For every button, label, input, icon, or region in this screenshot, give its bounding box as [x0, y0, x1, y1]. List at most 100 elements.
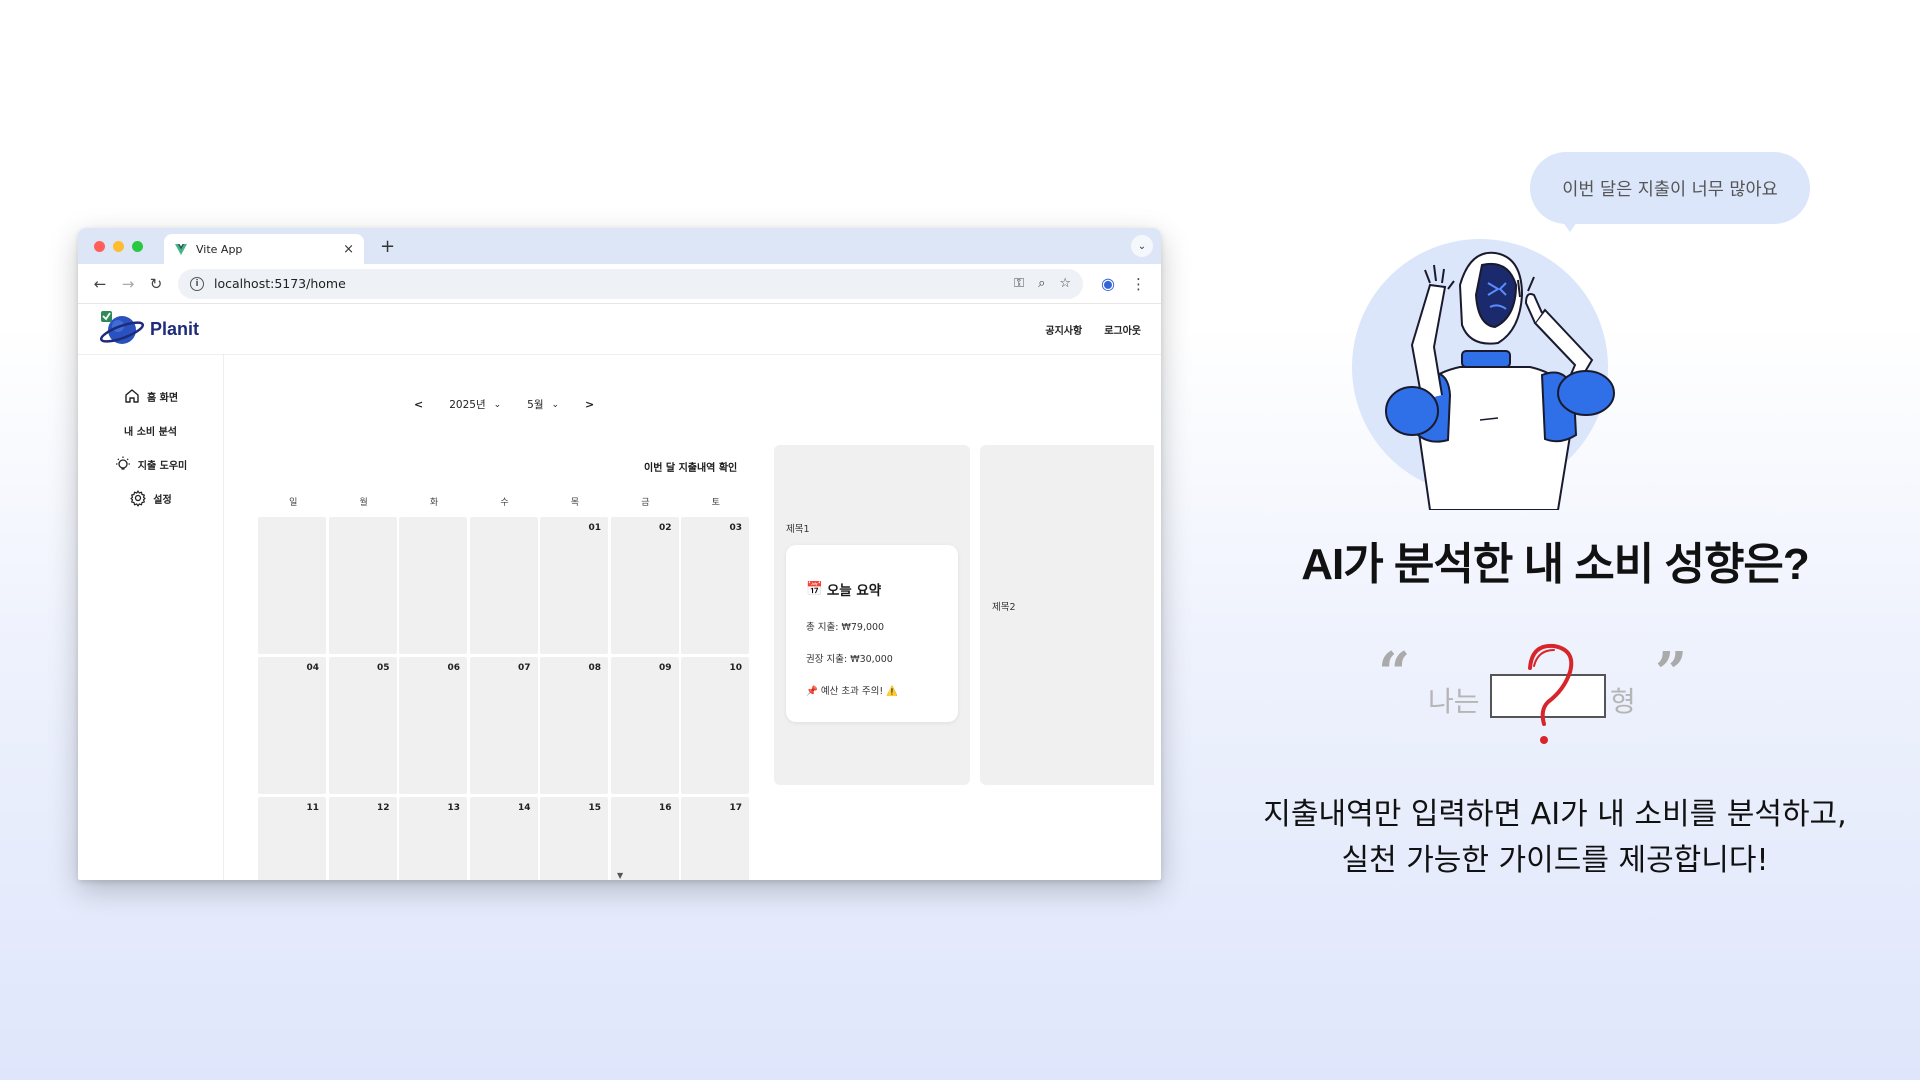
- panel-title: 제목2: [992, 602, 1016, 613]
- url-text[interactable]: localhost:5173/home: [214, 276, 1014, 291]
- tab-search-button[interactable]: ⌄: [1131, 235, 1153, 257]
- address-bar[interactable]: i localhost:5173/home ⚿ ⌕ ☆: [178, 268, 1083, 299]
- description-line-1: 지출내역만 입력하면 AI가 내 소비를 분석하고,: [1263, 797, 1847, 832]
- calendar-day[interactable]: 17: [681, 797, 749, 880]
- sidebar-item-helper[interactable]: 지출 도우미: [78, 447, 223, 481]
- calendar-day[interactable]: 02: [610, 517, 679, 654]
- year-select[interactable]: 2025년 ⌄: [449, 397, 501, 412]
- reload-icon[interactable]: ↻: [142, 275, 170, 293]
- calendar-day[interactable]: [469, 517, 538, 654]
- planet-logo-icon: [99, 311, 144, 344]
- sidebar: 홈 화면 내 소비 분석 지출 도우미 설정: [78, 355, 224, 880]
- sidebar-item-home[interactable]: 홈 화면: [78, 379, 223, 413]
- sidebar-item-label: 설정: [153, 494, 172, 506]
- tab-bar: Vite App × + ⌄: [78, 228, 1161, 264]
- today-summary-card: 📅 오늘 요약 총 지출: ₩79,000 권장 지출: ₩30,000 📌 예…: [786, 545, 958, 722]
- quote-suffix: 형: [1610, 685, 1636, 718]
- home-icon: [125, 389, 139, 403]
- year-value: 2025년: [449, 399, 486, 411]
- browser-menu-icon[interactable]: ⋮: [1131, 275, 1146, 293]
- month-navigator: < 2025년 ⌄ 5월 ⌄ >: [414, 397, 594, 412]
- browser-tab[interactable]: Vite App ×: [164, 234, 364, 264]
- browser-toolbar: ← → ↻ i localhost:5173/home ⚿ ⌕ ☆ ◉ ⋮: [78, 264, 1161, 304]
- open-quote-icon: “: [1378, 640, 1411, 706]
- calendar-day[interactable]: [258, 517, 326, 654]
- main-content: < 2025년 ⌄ 5월 ⌄ > 이번 달 지출내역 확인 일 월 화 수 목 …: [224, 355, 1161, 880]
- calendar-day[interactable]: 15: [540, 797, 608, 880]
- sidebar-item-label: 홈 화면: [146, 392, 179, 404]
- sidebar-item-label: 지출 도우미: [137, 460, 188, 472]
- app-header: Planit 공지사항 로그아웃: [78, 304, 1161, 355]
- vite-icon: [175, 244, 187, 255]
- prev-month-button[interactable]: <: [414, 398, 423, 411]
- window-controls: [94, 241, 143, 252]
- panel-1: 제목1 📅 오늘 요약 총 지출: ₩79,000 권장 지출: ₩30,000…: [774, 445, 970, 785]
- month-value: 5월: [527, 399, 544, 411]
- chevron-down-icon: ⌄: [551, 399, 560, 410]
- lightbulb-icon: [115, 456, 130, 470]
- quote-prefix: 나는: [1428, 685, 1480, 718]
- forward-icon[interactable]: →: [114, 275, 142, 293]
- minimize-window-button[interactable]: [113, 241, 124, 252]
- promo-description: 지출내역만 입력하면 AI가 내 소비를 분석하고, 실천 가능한 가이드를 제…: [1230, 792, 1880, 884]
- calendar-day[interactable]: [328, 517, 397, 654]
- weekday-header: 일 월 화 수 목 금 토: [258, 495, 751, 508]
- panel-2: 제목2: [980, 445, 1154, 785]
- weekday-label: 월: [359, 498, 368, 508]
- sidebar-item-analysis[interactable]: 내 소비 분석: [78, 413, 223, 447]
- weekday-label: 토: [711, 498, 720, 508]
- zoom-icon[interactable]: ⌕: [1038, 276, 1045, 291]
- calendar-day[interactable]: 12: [328, 797, 397, 880]
- calendar-title: 이번 달 지출내역 확인: [644, 463, 738, 474]
- scroll-down-icon[interactable]: ▼: [617, 871, 623, 880]
- budget-warning: 📌 예산 초과 주의! ⚠️: [806, 686, 898, 697]
- brand-logo[interactable]: Planit: [98, 308, 199, 350]
- calendar-day[interactable]: 05: [328, 657, 397, 794]
- logout-link[interactable]: 로그아웃: [1104, 322, 1141, 337]
- question-mark-icon: [1528, 643, 1574, 744]
- summary-heading: 오늘 요약: [826, 583, 882, 599]
- weekday-label: 목: [570, 498, 580, 508]
- promo-headline: AI가 분석한 내 소비 성향은?: [1301, 540, 1810, 589]
- back-icon[interactable]: ←: [86, 275, 114, 293]
- bookmark-star-icon[interactable]: ☆: [1059, 276, 1071, 291]
- calendar-day[interactable]: 07: [469, 657, 538, 794]
- maximize-window-button[interactable]: [132, 241, 143, 252]
- panel-title: 제목1: [786, 524, 810, 535]
- calendar-day[interactable]: 04: [258, 657, 326, 794]
- calendar-day[interactable]: 06: [399, 657, 467, 794]
- weekday-label: 화: [429, 498, 439, 508]
- browser-window: Vite App × + ⌄ ← → ↻ i localhost:5173/ho…: [78, 228, 1161, 880]
- calendar-day[interactable]: 16: [610, 797, 679, 880]
- profile-icon[interactable]: ◉: [1101, 274, 1115, 293]
- close-window-button[interactable]: [94, 241, 105, 252]
- calendar-day[interactable]: 10: [681, 657, 749, 794]
- close-quote-icon: ”: [1655, 640, 1688, 706]
- month-select[interactable]: 5월 ⌄: [527, 397, 559, 412]
- tab-close-icon[interactable]: ×: [343, 242, 354, 257]
- weekday-label: 수: [500, 498, 509, 508]
- personality-quote: “ 나는 형 ”: [1370, 640, 1710, 750]
- calendar-day[interactable]: 11: [258, 797, 326, 880]
- new-tab-button[interactable]: +: [380, 236, 395, 257]
- calendar-day[interactable]: [399, 517, 467, 654]
- weekday-label: 일: [289, 498, 298, 508]
- calendar-day[interactable]: 14: [469, 797, 538, 880]
- calendar-day[interactable]: 01: [540, 517, 608, 654]
- calendar-day[interactable]: 03: [681, 517, 749, 654]
- speech-bubble: 이번 달은 지출이 너무 많아요: [1530, 152, 1810, 224]
- tab-title: Vite App: [196, 242, 243, 256]
- chevron-down-icon: ⌄: [493, 399, 502, 410]
- calendar-day[interactable]: 13: [399, 797, 467, 880]
- notice-link[interactable]: 공지사항: [1045, 322, 1082, 337]
- calendar-day[interactable]: 08: [540, 657, 608, 794]
- calendar-day[interactable]: 09: [610, 657, 679, 794]
- sidebar-item-settings[interactable]: 설정: [78, 481, 223, 515]
- brand-name: Planit: [150, 318, 200, 339]
- sidebar-item-label: 내 소비 분석: [124, 426, 177, 438]
- stressed-robot-illustration: [1352, 239, 1615, 510]
- password-key-icon[interactable]: ⚿: [1014, 276, 1024, 291]
- site-info-icon[interactable]: i: [190, 276, 204, 291]
- gear-icon: [130, 490, 146, 507]
- next-month-button[interactable]: >: [585, 398, 594, 411]
